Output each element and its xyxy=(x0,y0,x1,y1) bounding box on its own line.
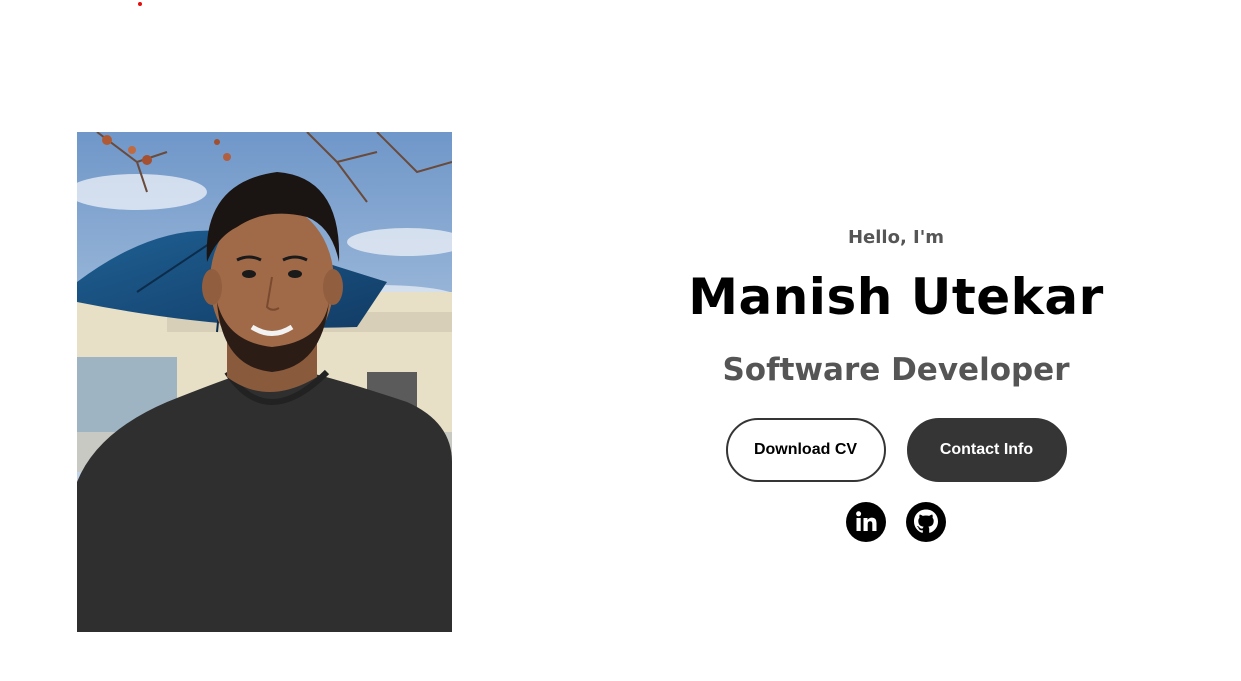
github-icon xyxy=(906,502,946,542)
greeting-text: Hello, I'm xyxy=(847,227,945,248)
linkedin-link[interactable] xyxy=(846,502,886,542)
page: Hello, I'm Manish Utekar Software Develo… xyxy=(0,0,1241,681)
profile-picture xyxy=(77,132,452,632)
github-link[interactable] xyxy=(906,502,946,542)
intro-section: Hello, I'm Manish Utekar Software Develo… xyxy=(640,220,1152,542)
button-row: Download CV Contact Info xyxy=(640,418,1152,482)
accent-dot xyxy=(138,2,142,6)
social-links xyxy=(640,502,1152,542)
contact-info-button[interactable]: Contact Info xyxy=(906,418,1067,482)
role-subtitle: Software Developer xyxy=(722,352,1070,388)
linkedin-icon xyxy=(846,502,886,542)
name-title: Manish Utekar xyxy=(688,268,1104,326)
download-cv-button[interactable]: Download CV xyxy=(725,418,886,482)
